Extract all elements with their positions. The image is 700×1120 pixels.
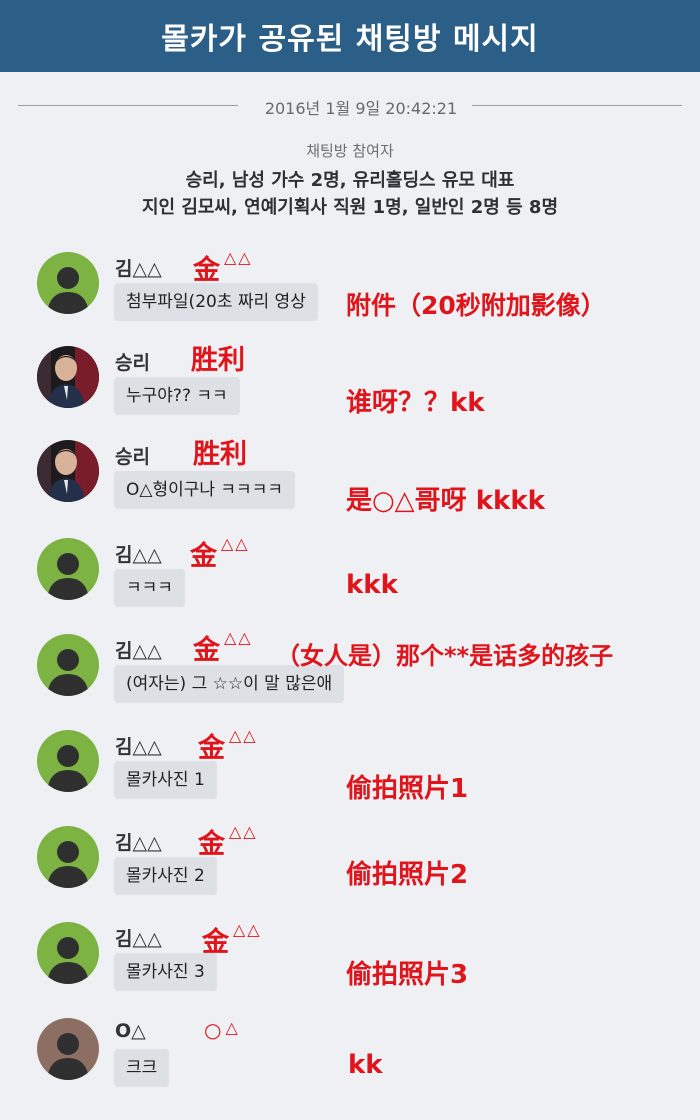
annotation-name-text: 金	[202, 927, 229, 958]
avatar[interactable]	[37, 538, 99, 600]
annotation-name: 金 △△	[193, 628, 253, 667]
avatar[interactable]	[37, 730, 99, 792]
timestamp-divider: 2016년 1월 9일 20:42:21	[18, 93, 682, 118]
annotation-name-text: ○	[204, 1018, 222, 1042]
page-title: 몰카가 공유된 채팅방 메시지	[161, 22, 539, 57]
annotation-name: 金 △△	[190, 534, 250, 573]
message-row: 김△△ (여자는) 그 ☆☆이 말 많은애 金 △△ （女人是）那个**是话多的孩…	[0, 628, 700, 714]
avatar[interactable]	[37, 1018, 99, 1080]
sender-name: 김△△	[115, 832, 162, 854]
annotation-translation: 附件（20秒附加影像）	[346, 291, 606, 320]
annotation-translation: 偷拍照片2	[346, 860, 469, 890]
avatar[interactable]	[37, 634, 99, 696]
annotation-name-symbol: △	[225, 1018, 240, 1037]
annotation-name: 金 △△	[198, 726, 258, 765]
participants-line-1: 승리, 남성 가수 2명, 유리홀딩스 유모 대표	[185, 170, 515, 191]
page-header: 몰카가 공유된 채팅방 메시지	[0, 0, 700, 72]
message-bubble[interactable]: ㅋㅋㅋ	[114, 569, 185, 607]
annotation-name: 金 △△	[193, 248, 253, 287]
annotation-name-text: 金	[190, 541, 217, 572]
annotation-translation: kkk	[346, 570, 398, 600]
sender-name: 김△△	[115, 928, 162, 950]
message-row: 승리 O△형이구나 ㅋㅋㅋㅋ 胜利 是○△哥呀 kkkk	[0, 439, 700, 520]
annotation-name-symbol: △△	[233, 920, 262, 939]
annotation-translation: 是○△哥呀 kkkk	[346, 486, 545, 516]
message-row: O△ 크크 ○ △ kk	[0, 1018, 700, 1098]
sender-name: 김△△	[115, 640, 162, 662]
annotation-name-text: 金	[193, 635, 220, 666]
sender-name: 김△△	[115, 736, 162, 758]
annotation-name-symbol: △△	[221, 534, 250, 553]
annotation-translation: （女人是）那个**是话多的孩子	[276, 642, 614, 670]
message-bubble[interactable]: O△형이구나 ㅋㅋㅋㅋ	[114, 471, 295, 509]
annotation-name-symbol: △△	[229, 726, 258, 745]
message-row: 김△△ 몰카사진 3 金 △△ 偷拍照片3	[0, 920, 700, 1002]
avatar[interactable]	[37, 922, 99, 984]
message-row: 김△△ 몰카사진 2 金 △△ 偷拍照片2	[0, 822, 700, 906]
annotation-name: ○ △	[204, 1018, 240, 1042]
annotation-name: 金 △△	[198, 822, 258, 861]
message-row: 김△△ 첨부파일(20초 짜리 영상 金 △△ 附件（20秒附加影像）	[0, 248, 700, 332]
sender-name: O△	[115, 1020, 146, 1042]
annotation-name-text: 金	[198, 829, 225, 860]
avatar[interactable]	[37, 826, 99, 888]
annotation-name-symbol: △△	[229, 822, 258, 841]
annotation-translation: 偷拍照片1	[346, 774, 469, 804]
annotation-name-text: 金	[198, 733, 225, 764]
sender-name: 김△△	[115, 258, 162, 280]
sender-name: 김△△	[115, 544, 162, 566]
message-bubble[interactable]: 첨부파일(20초 짜리 영상	[114, 283, 318, 321]
message-bubble[interactable]: 누구야?? ㅋㅋ	[114, 377, 240, 415]
annotation-name: 金 △△	[202, 920, 262, 959]
participants-label: 채팅방 참여자	[306, 142, 394, 160]
avatar[interactable]	[37, 346, 99, 408]
message-row: 김△△ 몰카사진 1 金 △△ 偷拍照片1	[0, 726, 700, 810]
annotation-name-text: 胜利	[191, 345, 245, 376]
annotation-translation: 偷拍照片3	[346, 960, 469, 990]
divider-line-right	[472, 105, 682, 106]
annotation-name-text: 胜利	[193, 439, 247, 470]
message-bubble[interactable]: 몰카사진 1	[114, 761, 217, 799]
message-bubble[interactable]: 몰카사진 2	[114, 857, 217, 895]
avatar[interactable]	[37, 252, 99, 314]
annotation-name-symbol: △△	[224, 248, 253, 267]
timestamp: 2016년 1월 9일 20:42:21	[264, 99, 458, 118]
annotation-name: 胜利	[191, 338, 249, 377]
avatar[interactable]	[37, 440, 99, 502]
message-bubble[interactable]: 크크	[114, 1049, 170, 1087]
annotation-translation: 谁呀？？kk	[346, 388, 485, 418]
annotation-name: 胜利	[193, 432, 251, 471]
annotation-name-text: 金	[193, 255, 220, 286]
message-row: 승리 누구야?? ㅋㅋ 胜利 谁呀？？kk	[0, 345, 700, 426]
sender-name: 승리	[115, 352, 150, 374]
divider-line-left	[18, 105, 238, 106]
annotation-translation: kk	[348, 1050, 383, 1080]
message-row: 김△△ ㅋㅋㅋ 金 △△ kkk	[0, 534, 700, 618]
participants-line-2: 지인 김모씨, 연예기획사 직원 1명, 일반인 2명 등 8명	[141, 197, 559, 218]
sender-name: 승리	[115, 446, 150, 468]
annotation-name-symbol: △△	[224, 628, 253, 647]
